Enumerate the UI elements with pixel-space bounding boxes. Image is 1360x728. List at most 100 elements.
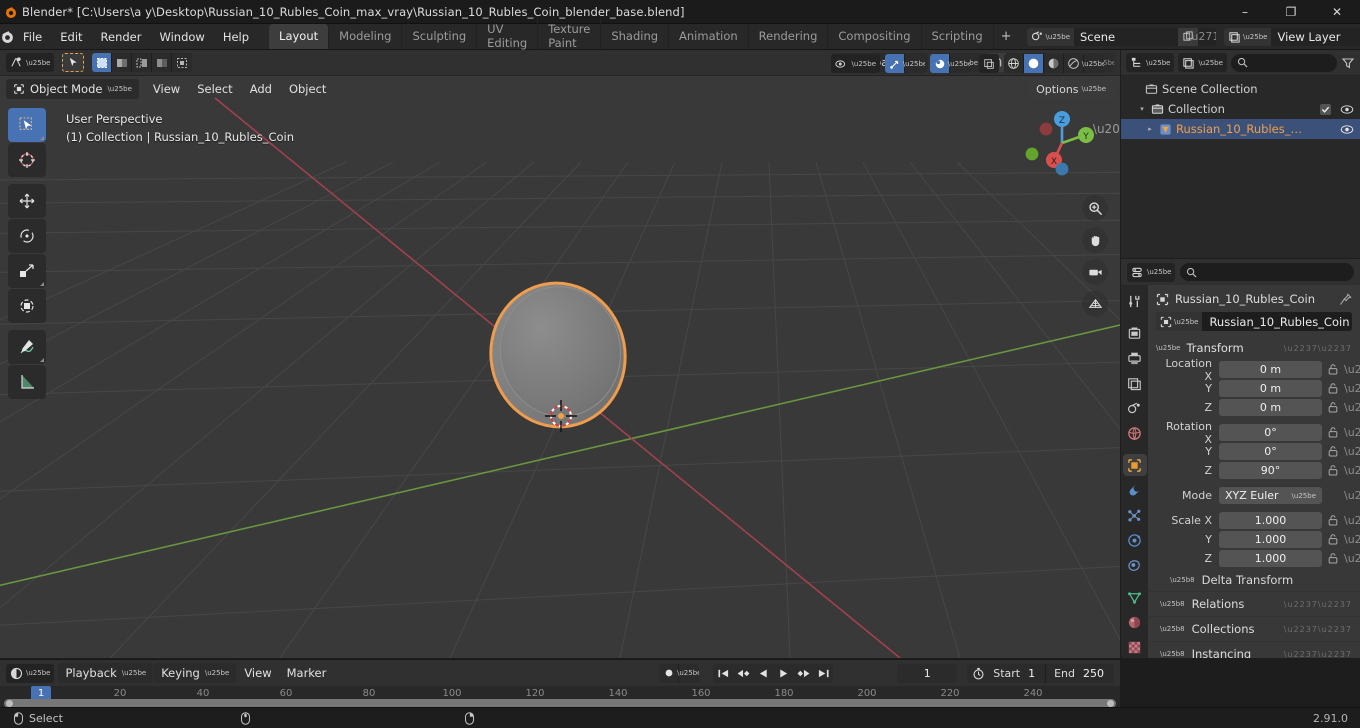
timeline-strip[interactable]: 20 40 60 80 100 120 140 160 180 200 220 …	[0, 686, 1120, 708]
tool-measure[interactable]	[8, 365, 46, 399]
material-tab[interactable]	[1123, 611, 1147, 633]
outliner-search-input[interactable]	[1230, 53, 1337, 72]
xray-toggle-icon[interactable]	[979, 54, 999, 73]
outliner-row-collection[interactable]: ▾ Collection	[1121, 99, 1360, 119]
frame-range-group[interactable]: Start 1 End 250	[967, 663, 1114, 683]
menu-render[interactable]: Render	[93, 27, 150, 47]
editor-type-icon[interactable]: \u25be	[6, 53, 55, 72]
collection-checkbox[interactable]	[1320, 103, 1331, 115]
orthographic-toggle-icon[interactable]	[1082, 291, 1108, 317]
playback-menu[interactable]: Playback \u25be	[58, 663, 154, 683]
lock-icon[interactable]	[1327, 446, 1339, 457]
disclosure-icon[interactable]: ▾	[1137, 105, 1147, 113]
tab-modeling[interactable]: Modeling	[329, 24, 403, 49]
chevron-down-icon[interactable]: \u25be	[903, 54, 925, 73]
viewport-menu-add[interactable]: Add	[242, 79, 280, 99]
chevron-down-icon[interactable]: \u25be	[948, 54, 970, 73]
animate-property-icon[interactable]: \u2022	[1344, 445, 1360, 458]
rotation-mode-dropdown[interactable]: XYZ Euler \u25be	[1219, 487, 1322, 504]
location-y-field[interactable]: 0 m	[1219, 380, 1322, 397]
view-layer-icon[interactable]: \u25be	[1224, 27, 1272, 46]
physics-tab[interactable]	[1123, 529, 1147, 551]
tab-rendering[interactable]: Rendering	[749, 24, 829, 49]
lock-icon[interactable]	[1327, 534, 1339, 545]
chevron-down-icon[interactable]: \u25be	[1082, 54, 1104, 73]
active-tool-icon[interactable]	[62, 53, 85, 72]
options-dropdown[interactable]: Options \u25be	[1028, 79, 1114, 99]
animate-property-icon[interactable]: \u2022	[1344, 489, 1360, 502]
eye-icon[interactable]	[1340, 124, 1354, 135]
end-frame-value[interactable]: 250	[1081, 667, 1114, 680]
minimize-button[interactable]: –	[1222, 0, 1268, 24]
sidebar-toggle-icon[interactable]: \u2039	[1093, 116, 1120, 142]
blender-menu-icon[interactable]	[0, 29, 15, 44]
outliner-editor-type-icon[interactable]: \u25be	[1126, 53, 1175, 72]
tab-shading[interactable]: Shading	[601, 24, 670, 49]
select-subtract-icon[interactable]	[132, 53, 153, 72]
timeline-editor[interactable]: \u25be Playback \u25be Keying \u25be Vie…	[0, 659, 1120, 708]
tab-scripting[interactable]: Scripting	[922, 24, 994, 49]
particles-tab[interactable]	[1123, 504, 1147, 526]
previous-keyframe-button[interactable]	[733, 664, 753, 683]
location-x-field[interactable]: 0 m	[1219, 361, 1322, 378]
next-keyframe-button[interactable]	[793, 664, 813, 683]
scale-x-field[interactable]: 1.000	[1219, 512, 1322, 529]
animate-property-icon[interactable]: \u2022	[1344, 533, 1360, 546]
viewport-menu-object[interactable]: Object	[281, 79, 334, 99]
tool-transform[interactable]	[8, 289, 46, 323]
wireframe-shading-icon[interactable]	[1004, 54, 1024, 73]
delta-transform-subpanel[interactable]: \u25b8 Delta Transform	[1148, 567, 1360, 591]
view-layer-name-field[interactable]: View Layer	[1271, 27, 1360, 46]
properties-editor[interactable]: \u25be Russian_10_Rubles_Coin \u25be Rus…	[1121, 259, 1360, 658]
pin-icon[interactable]	[1339, 292, 1352, 306]
chevron-down-icon[interactable]: \u25be	[677, 663, 700, 683]
tool-move[interactable]	[8, 184, 46, 218]
scene-id-widget[interactable]: \u25be Scene \u2715	[1026, 27, 1216, 46]
tool-tab[interactable]	[1123, 290, 1147, 312]
auto-keying-group[interactable]: \u25be	[659, 663, 700, 683]
object-datablock-icon[interactable]: \u25be	[1156, 312, 1203, 331]
menu-help[interactable]: Help	[215, 27, 257, 47]
material-shading-icon[interactable]	[1044, 54, 1064, 73]
location-z-field[interactable]: 0 m	[1219, 399, 1322, 416]
lock-icon[interactable]	[1327, 553, 1339, 564]
menu-window[interactable]: Window	[151, 27, 212, 47]
timeline-editor-type-icon[interactable]: \u25be	[6, 663, 55, 683]
output-tab[interactable]	[1123, 347, 1147, 369]
tab-animation[interactable]: Animation	[669, 24, 749, 49]
play-button[interactable]	[773, 664, 793, 683]
lock-icon[interactable]	[1327, 427, 1339, 438]
jump-to-start-button[interactable]	[713, 664, 733, 683]
visibility-dropdown[interactable]: \u25be	[830, 54, 880, 73]
overlay-group[interactable]: \u25be	[930, 54, 970, 73]
select-extend-icon[interactable]	[112, 53, 133, 72]
object-name-value[interactable]: Russian_10_Rubles_Coin	[1202, 315, 1349, 329]
tab-sculpting[interactable]: Sculpting	[402, 24, 478, 49]
view-layer-tab[interactable]	[1123, 372, 1147, 394]
lock-icon[interactable]	[1327, 465, 1339, 476]
solid-shading-icon[interactable]	[1024, 54, 1044, 73]
3d-viewport[interactable]: User Perspective (1) Collection | Russia…	[0, 50, 1120, 658]
scene-tab[interactable]	[1123, 397, 1147, 419]
lock-icon[interactable]	[1327, 402, 1339, 413]
tool-scale[interactable]	[8, 254, 46, 288]
properties-search-input[interactable]	[1180, 263, 1354, 281]
eye-icon[interactable]	[1340, 104, 1354, 115]
scale-y-field[interactable]: 1.000	[1219, 531, 1322, 548]
texture-tab[interactable]	[1123, 636, 1147, 658]
tab-layout[interactable]: Layout	[269, 24, 330, 49]
maximize-button[interactable]: ❐	[1268, 0, 1314, 24]
object-tab[interactable]	[1122, 454, 1147, 476]
rotation-z-field[interactable]: 90°	[1219, 462, 1322, 479]
menu-file[interactable]: File	[15, 27, 50, 47]
select-mode-group[interactable]	[92, 53, 193, 72]
camera-view-icon[interactable]	[1082, 259, 1108, 285]
select-difference-icon[interactable]	[172, 53, 193, 72]
world-tab[interactable]	[1123, 422, 1147, 444]
play-reverse-button[interactable]	[753, 664, 773, 683]
lock-icon[interactable]	[1327, 383, 1339, 394]
animate-property-icon[interactable]: \u2022	[1344, 426, 1360, 439]
scene-name-field[interactable]: Scene	[1074, 27, 1178, 46]
add-workspace-button[interactable]: +	[994, 26, 1019, 47]
outliner-row-object[interactable]: ▸ Russian_10_Rubles_…	[1121, 119, 1360, 139]
